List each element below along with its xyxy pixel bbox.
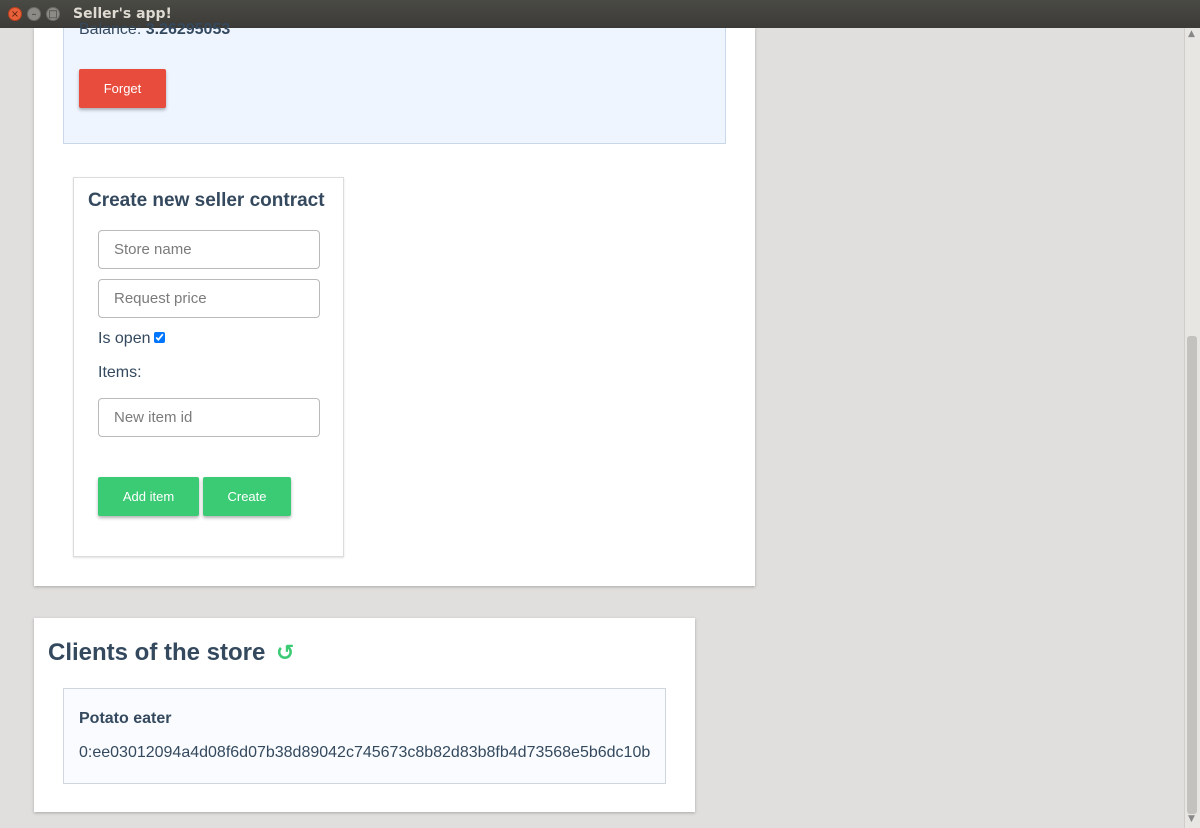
clients-title: Clients of the store <box>48 639 266 666</box>
refresh-icon[interactable]: ↺ <box>276 641 294 666</box>
client-name: Potato eater <box>79 710 172 727</box>
account-panel: Balance: 3.26295053 Forget Create new se… <box>34 21 755 586</box>
new-item-id-input[interactable] <box>98 398 320 437</box>
items-label: Items: <box>98 364 142 381</box>
store-name-input[interactable] <box>98 230 320 269</box>
create-contract-title: Create new seller contract <box>88 190 325 211</box>
window-title: Seller's app! <box>73 6 172 22</box>
scroll-up-arrow-icon[interactable]: ▲ <box>1188 29 1195 39</box>
minimize-icon[interactable]: – <box>27 7 41 21</box>
is-open-label: Is open <box>98 330 151 347</box>
clients-panel: Clients of the store ↺ Potato eater 0:ee… <box>34 618 695 812</box>
scroll-down-arrow-icon[interactable]: ▼ <box>1188 814 1195 824</box>
is-open-checkbox[interactable] <box>154 332 165 343</box>
request-price-input[interactable] <box>98 279 320 318</box>
client-address: 0:ee03012094a4d08f6d07b38d89042c745673c8… <box>79 744 651 761</box>
balance-row: Balance: 3.26295053 <box>79 21 230 39</box>
create-button[interactable]: Create <box>203 477 291 516</box>
scrollbar-thumb[interactable] <box>1187 336 1197 814</box>
client-item: Potato eater 0:ee03012094a4d08f6d07b38d8… <box>63 688 666 784</box>
account-info-box: Balance: 3.26295053 Forget <box>63 21 726 144</box>
forget-button[interactable]: Forget <box>79 69 166 108</box>
balance-label: Balance: <box>79 21 142 38</box>
add-item-button[interactable]: Add item <box>98 477 199 516</box>
close-icon[interactable]: × <box>8 7 22 21</box>
maximize-icon[interactable]: □ <box>46 7 60 21</box>
balance-value: 3.26295053 <box>145 21 231 38</box>
create-contract-card: Create new seller contract Is open Items… <box>73 177 344 557</box>
clients-title-row: Clients of the store ↺ <box>48 639 294 667</box>
vertical-scrollbar[interactable]: ▲ ▼ <box>1184 28 1200 828</box>
